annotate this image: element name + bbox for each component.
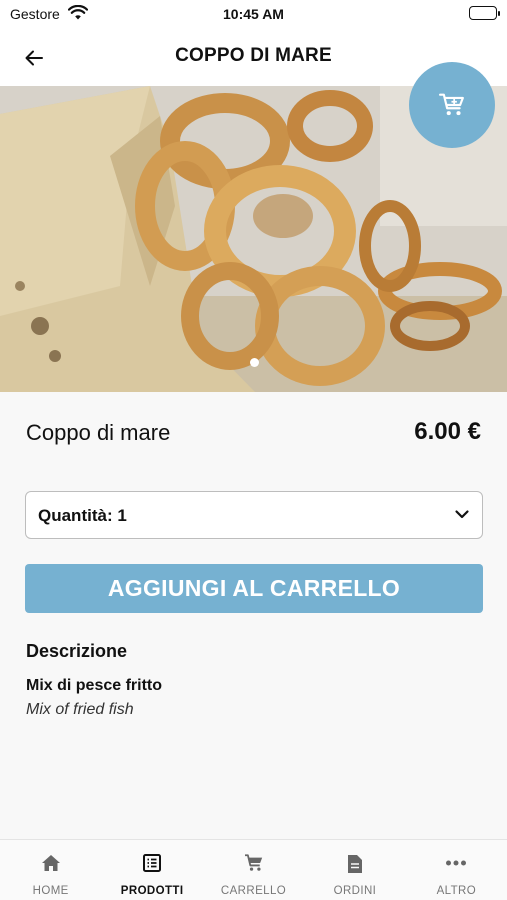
tab-altro[interactable]: ALTRO [406, 840, 507, 900]
product-name: Coppo di mare [26, 420, 171, 445]
clock: 10:45 AM [223, 6, 284, 22]
description-heading: Descrizione [26, 641, 128, 661]
cart-icon [203, 854, 304, 874]
battery-icon [469, 6, 500, 20]
tab-bar: HOME PRODOTTI CARRELLO ORDINI ALTRO [0, 839, 507, 900]
page-title: COPPO DI MARE [175, 45, 332, 66]
add-to-cart-button[interactable]: AGGIUNGI AL CARRELLO [25, 564, 483, 613]
product-price: 6.00 € [414, 418, 481, 445]
quantity-label: Quantità: 1 [38, 506, 127, 525]
tab-label: CARRELLO [220, 885, 287, 897]
tab-label: PRODOTTI [120, 885, 184, 897]
description-title: Mix di pesce fritto [26, 677, 163, 694]
document-icon [304, 854, 405, 874]
cart-button[interactable] [409, 62, 495, 148]
tab-carrello[interactable]: CARRELLO [203, 840, 304, 900]
chevron-down-icon [454, 506, 470, 527]
tab-prodotti[interactable]: PRODOTTI [101, 840, 202, 900]
description-subtitle: Mix of fried fish [26, 701, 134, 718]
carousel-dot[interactable] [250, 358, 259, 367]
quantity-select[interactable]: Quantità: 1 [25, 491, 483, 539]
tab-label: ALTRO [436, 885, 477, 897]
home-icon [0, 854, 101, 874]
tab-home[interactable]: HOME [0, 840, 101, 900]
tab-label: HOME [32, 885, 69, 897]
more-icon [406, 854, 507, 874]
cart-icon [439, 93, 464, 116]
tab-label: ORDINI [333, 885, 377, 897]
status-bar: Gestore 10:45 AM [0, 0, 507, 28]
tab-ordini[interactable]: ORDINI [304, 840, 405, 900]
list-icon [101, 854, 202, 874]
